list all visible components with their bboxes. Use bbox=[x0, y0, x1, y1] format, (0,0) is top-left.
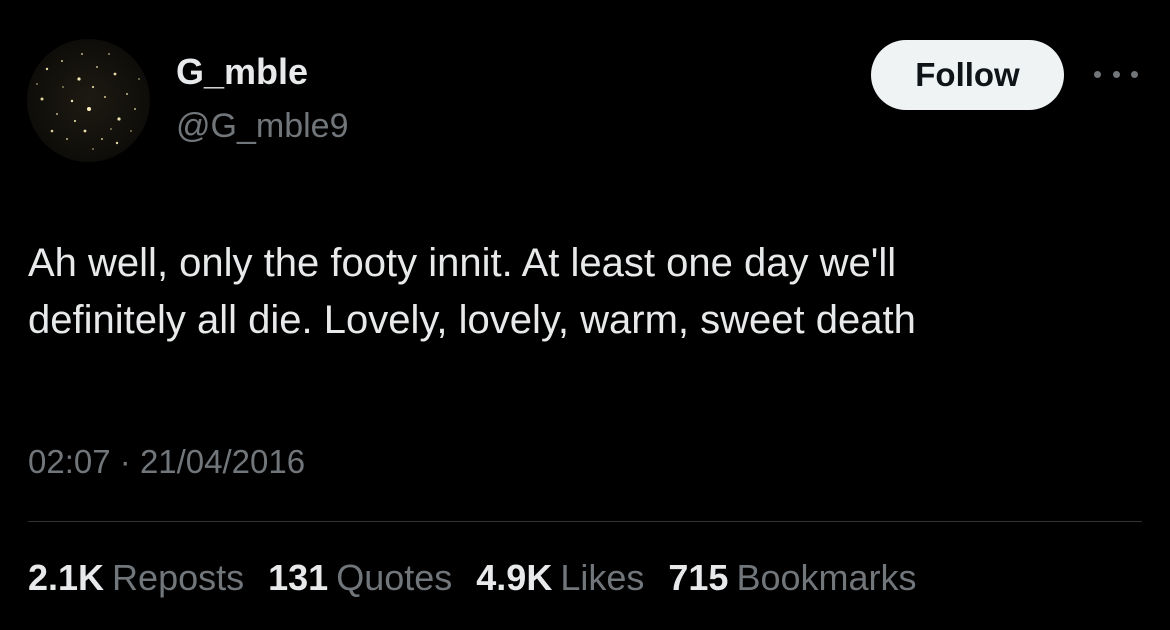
stat-value: 2.1K bbox=[28, 557, 105, 598]
divider bbox=[28, 521, 1142, 522]
tweet-timestamp[interactable]: 02:07 · 21/04/2016 bbox=[28, 440, 305, 484]
stat-label: Quotes bbox=[336, 557, 453, 598]
stat-reposts[interactable]: 2.1K Reposts bbox=[28, 556, 244, 600]
tweet-date: 21/04/2016 bbox=[139, 443, 306, 480]
author-handle[interactable]: @G_mble9 bbox=[176, 104, 348, 148]
stat-label: Bookmarks bbox=[736, 557, 917, 598]
follow-button[interactable]: Follow bbox=[871, 40, 1064, 110]
avatar-image bbox=[36, 53, 140, 150]
more-horizontal-icon[interactable] bbox=[1094, 64, 1138, 84]
stat-value: 131 bbox=[268, 557, 329, 598]
stat-label: Likes bbox=[560, 557, 645, 598]
stat-bookmarks[interactable]: 715 Bookmarks bbox=[668, 556, 916, 600]
more-dot bbox=[1112, 70, 1120, 78]
avatar[interactable] bbox=[27, 39, 150, 162]
stat-likes[interactable]: 4.9K Likes bbox=[476, 556, 644, 600]
tweet-text: Ah well, only the footy innit. At least … bbox=[28, 235, 1138, 349]
tweet-card: G_mble @G_mble9 Follow Ah well, only the… bbox=[0, 0, 1170, 630]
author-name[interactable]: G_mble bbox=[176, 50, 308, 94]
stat-label: Reposts bbox=[112, 557, 245, 598]
tweet-text-line: Ah well, only the footy innit. At least … bbox=[28, 241, 897, 285]
more-dot bbox=[1131, 70, 1138, 78]
tweet-time: 02:07 bbox=[28, 443, 111, 480]
stat-value: 4.9K bbox=[476, 557, 553, 598]
engagement-stats: 2.1K Reposts 131 Quotes 4.9K Likes 715 B… bbox=[28, 556, 941, 600]
tweet-text-line: definitely all die. Lovely, lovely, warm… bbox=[28, 298, 916, 342]
stat-value: 715 bbox=[668, 557, 729, 598]
stat-quotes[interactable]: 131 Quotes bbox=[268, 556, 452, 600]
more-dot bbox=[1094, 70, 1101, 78]
meta-separator: · bbox=[119, 443, 131, 480]
